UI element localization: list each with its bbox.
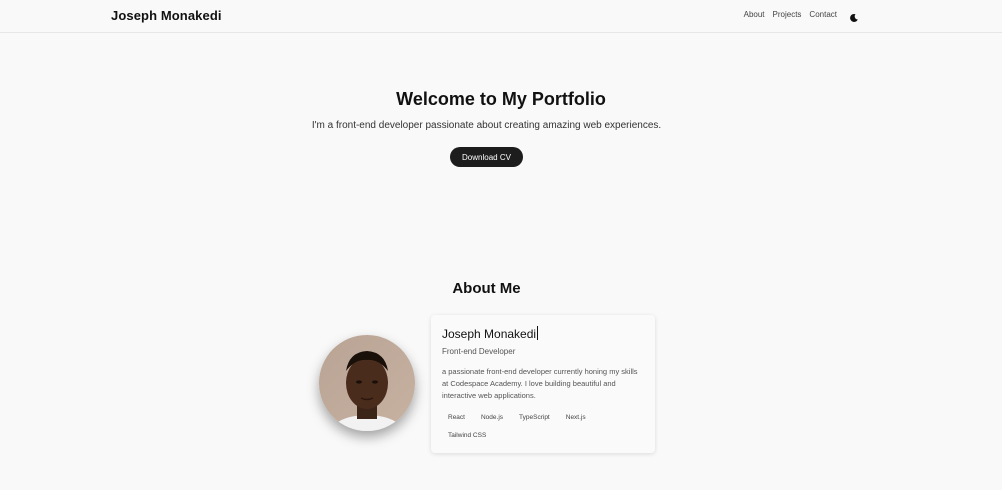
skill-tag: Node.js — [480, 414, 504, 421]
text-cursor — [537, 326, 539, 340]
nav-link-about[interactable]: About — [744, 10, 765, 19]
profile-name-text: Joseph Monakedi — [442, 327, 537, 341]
hero-subtitle: I'm a front-end developer passionate abo… — [311, 120, 662, 131]
about-section-title: About Me — [452, 280, 521, 297]
brand-logo[interactable]: Joseph Monakedi — [111, 8, 222, 23]
profile-photo — [319, 335, 415, 431]
about-card: Joseph Monakedi Front-end Developer a pa… — [431, 315, 655, 453]
profile-role: Front-end Developer — [442, 347, 516, 356]
navbar: Joseph Monakedi About Projects Contact — [0, 0, 1002, 33]
profile-bio: a passionate front-end developer current… — [442, 367, 638, 400]
skill-tag: React — [448, 414, 465, 421]
download-cv-button[interactable]: Download CV — [450, 147, 523, 167]
hero-title: Welcome to My Portfolio — [396, 89, 606, 109]
skill-tag: TypeScript — [519, 414, 550, 421]
skill-tag: Next.js — [565, 414, 586, 421]
nav-link-contact[interactable]: Contact — [809, 10, 837, 19]
nav-links: About Projects Contact — [744, 10, 837, 19]
profile-name: Joseph Monakedi — [442, 326, 539, 341]
skill-tag: Tailwind CSS — [448, 432, 487, 439]
nav-link-projects[interactable]: Projects — [773, 10, 802, 19]
skills-list: React Node.js TypeScript Next.js Tailwin… — [442, 411, 642, 443]
moon-icon[interactable] — [849, 10, 859, 22]
